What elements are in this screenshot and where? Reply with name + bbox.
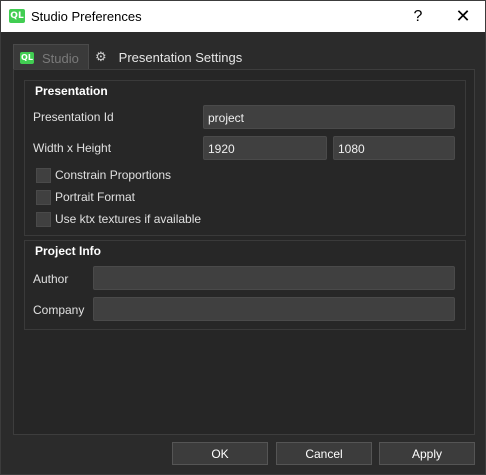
presentation-group-title: Presentation [35,84,108,98]
project-info-group-title: Project Info [35,244,102,258]
tab-presentation-settings[interactable]: ⚙ Presentation Settings [93,44,253,70]
constrain-proportions-checkbox[interactable] [36,168,51,183]
apply-button[interactable]: Apply [379,442,475,465]
constrain-proportions-label: Constrain Proportions [55,168,172,182]
company-label: Company [33,303,85,317]
width-height-label: Width x Height [33,141,112,155]
use-ktx-textures-checkbox[interactable] [36,212,51,227]
preferences-dialog: QL Studio Preferences ? ✕ QL Studio ⚙ Pr… [0,0,486,475]
author-label: Author [33,272,69,286]
tab-presentation-settings-label: Presentation Settings [118,49,243,65]
tab-studio[interactable]: QL Studio [13,44,89,71]
qt-app-icon: QL [9,9,25,23]
author-input[interactable] [93,266,455,290]
close-button[interactable]: ✕ [447,5,479,29]
presentation-id-input[interactable]: project [203,105,455,129]
portrait-format-label: Portrait Format [55,190,136,204]
help-button[interactable]: ? [403,5,433,29]
ok-button[interactable]: OK [172,442,268,465]
height-input[interactable]: 1080 [333,136,455,160]
title-bar: QL Studio Preferences ? ✕ [1,1,485,32]
window-title: Studio Preferences [31,9,142,24]
project-info-group: Project Info Author Company [24,240,466,330]
width-input[interactable]: 1920 [203,136,327,160]
company-input[interactable] [93,297,455,321]
presentation-group: Presentation Presentation Id project Wid… [24,80,466,236]
gear-icon: ⚙ [95,49,107,65]
qt-logo-icon: QL [20,52,34,64]
cancel-button[interactable]: Cancel [276,442,372,465]
use-ktx-textures-label: Use ktx textures if available [55,212,202,226]
tab-studio-label: Studio [42,50,79,66]
portrait-format-checkbox[interactable] [36,190,51,205]
presentation-id-label: Presentation Id [33,110,114,124]
settings-panel: Presentation Presentation Id project Wid… [13,69,475,435]
